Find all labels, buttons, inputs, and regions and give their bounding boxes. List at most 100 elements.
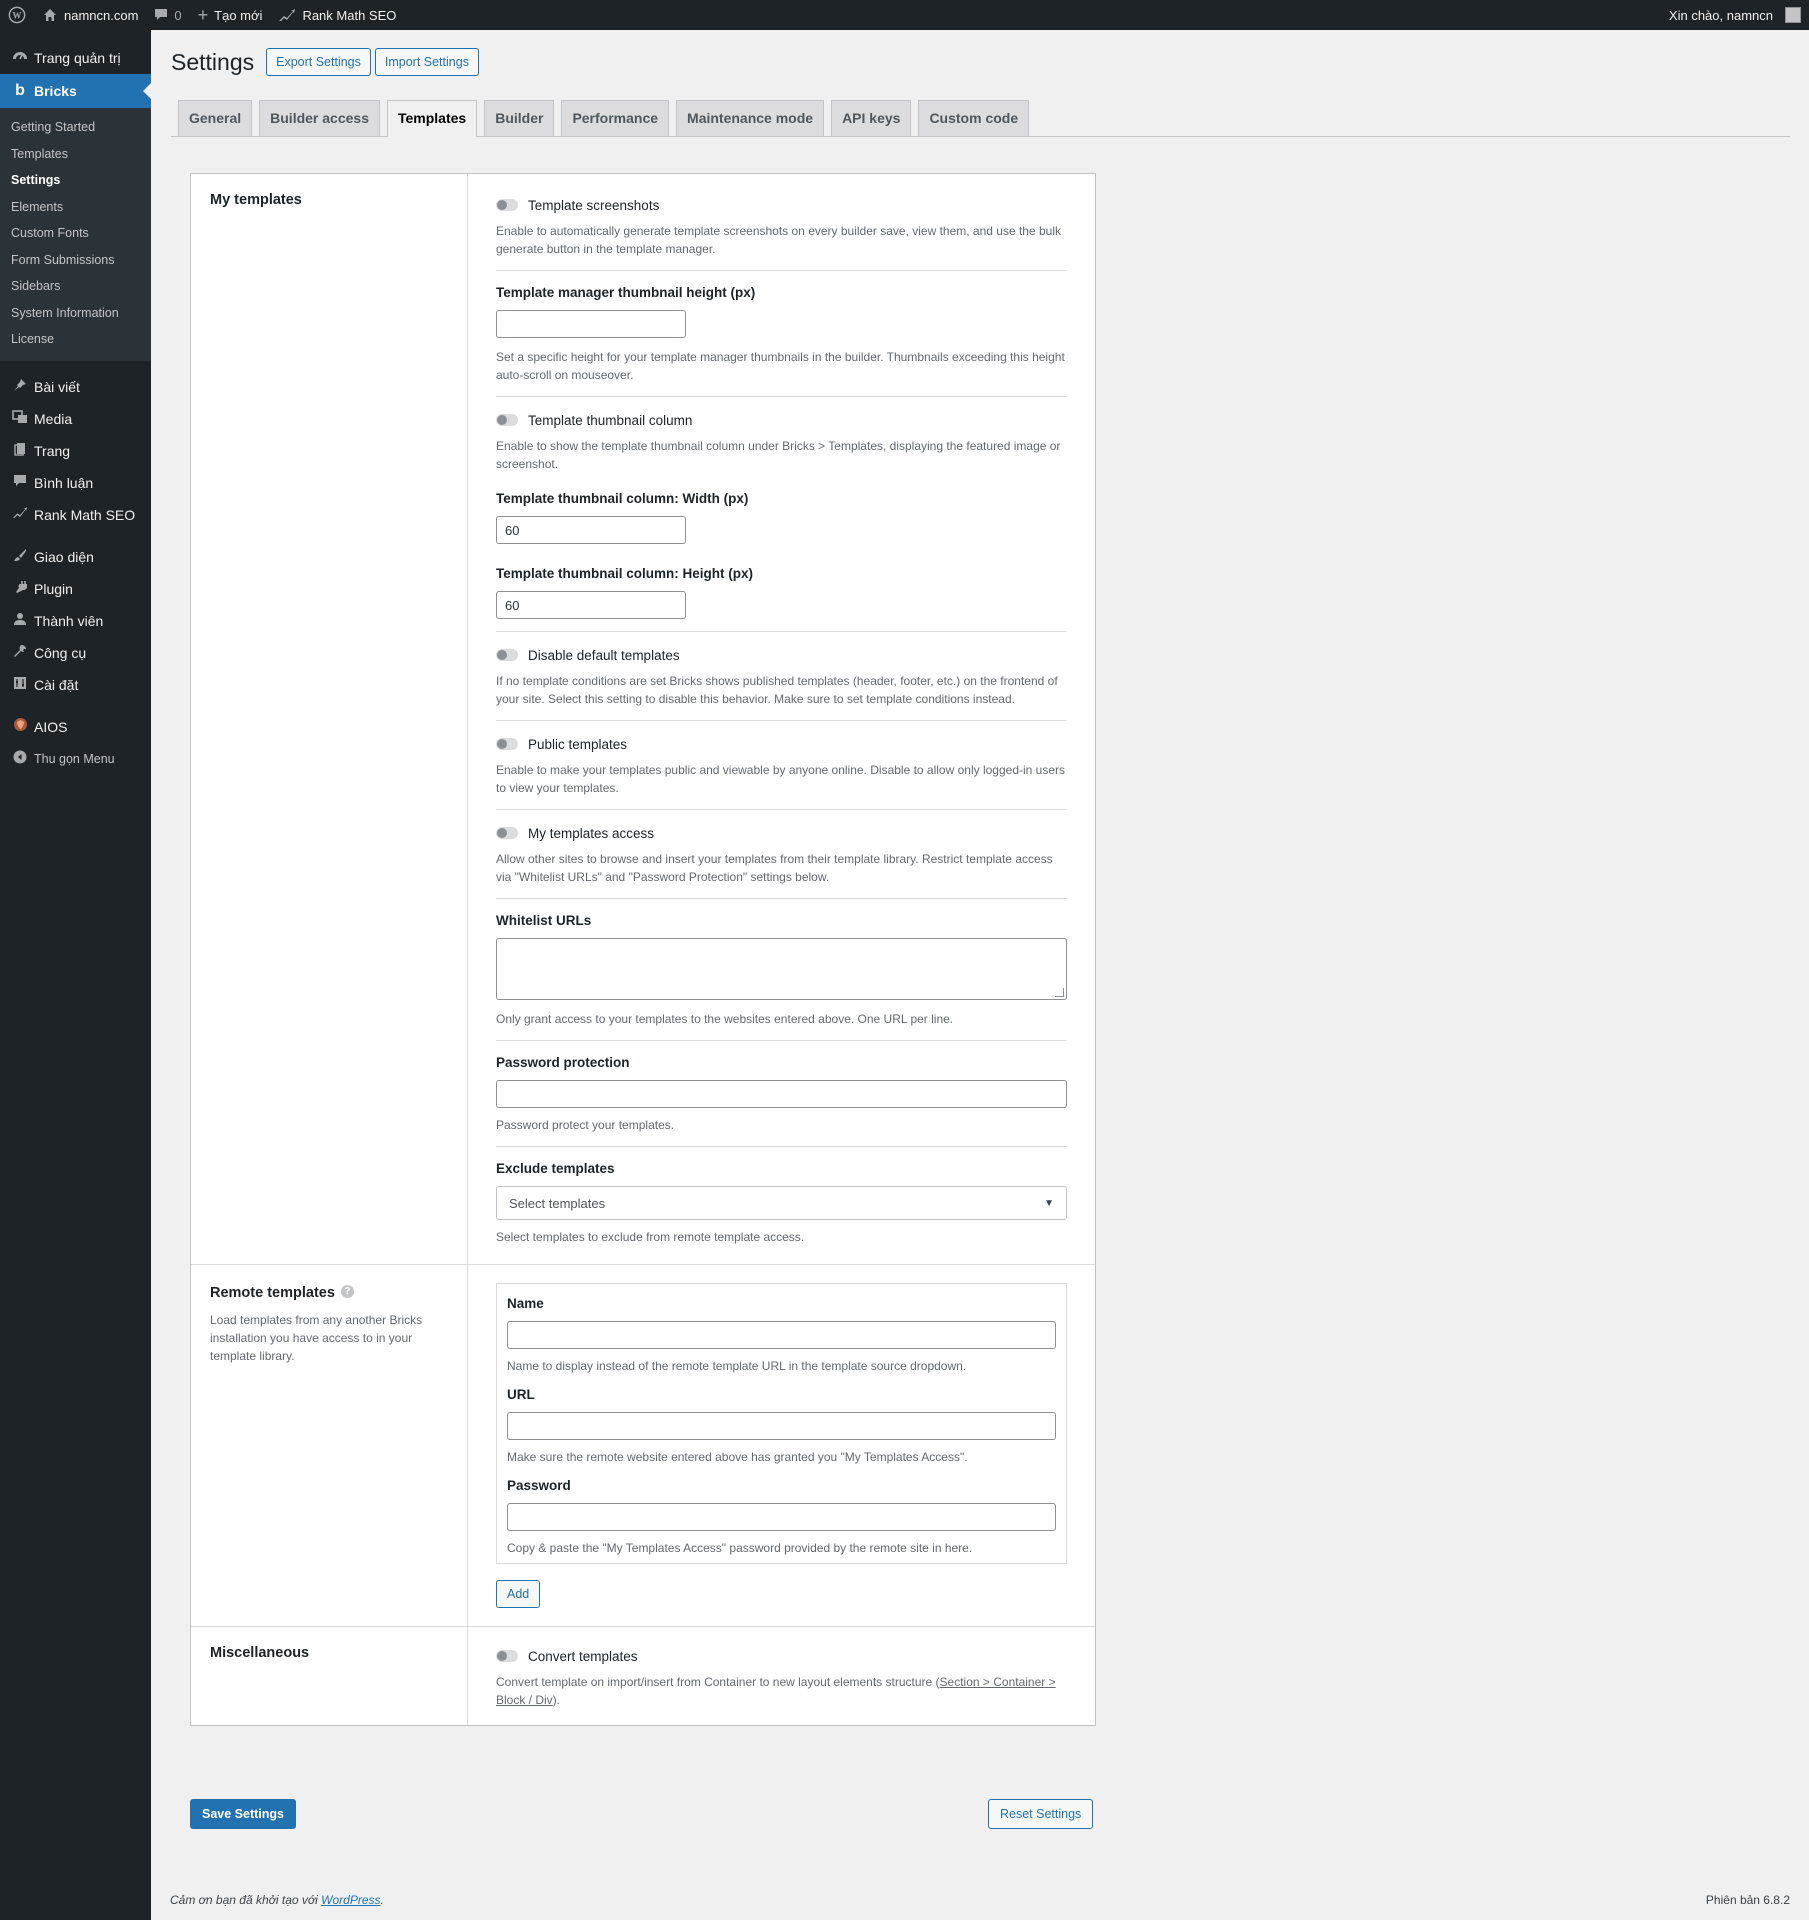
public-templates-toggle[interactable] — [496, 738, 518, 750]
remote-password-input[interactable] — [507, 1503, 1056, 1531]
field-disable-default: Disable default templates If no template… — [496, 632, 1067, 721]
column-width-input[interactable] — [496, 516, 686, 544]
rank-math-link[interactable]: Rank Math SEO — [270, 0, 404, 30]
site-name: namncn.com — [64, 7, 139, 23]
footer-thanks-text: Cảm ơn bạn đã khởi tạo với — [170, 1893, 322, 1907]
templates-access-toggle[interactable] — [496, 827, 518, 839]
field-thumbnail-height: Template manager thumbnail height (px) S… — [496, 271, 1067, 397]
submenu-form-submissions[interactable]: Form Submissions — [0, 247, 151, 274]
tab-maintenance-mode[interactable]: Maintenance mode — [676, 100, 825, 136]
submenu-settings[interactable]: Settings — [0, 167, 151, 194]
whitelist-urls-textarea[interactable] — [496, 938, 1067, 1000]
convert-templates-desc: Convert template on import/insert from C… — [496, 1673, 1067, 1709]
wordpress-icon: W — [8, 6, 26, 24]
disable-default-label: Disable default templates — [528, 647, 680, 663]
convert-desc-end: ). — [552, 1693, 561, 1707]
whitelist-urls-label: Whitelist URLs — [496, 913, 592, 928]
reset-settings-button[interactable]: Reset Settings — [988, 1799, 1094, 1829]
section-title-remote-templates: Remote templates — [210, 1285, 335, 1301]
submenu-custom-fonts[interactable]: Custom Fonts — [0, 220, 151, 247]
export-settings-button[interactable]: Export Settings — [266, 48, 371, 76]
remote-url-label: URL — [507, 1387, 535, 1402]
tab-builder-access[interactable]: Builder access — [259, 100, 380, 136]
footer-thanks: Cảm ơn bạn đã khởi tạo với WordPress. — [170, 1893, 384, 1907]
disable-default-desc: If no template conditions are set Bricks… — [496, 674, 1058, 706]
menu-label-settings: Cài đặt — [34, 676, 79, 693]
submenu-sidebars[interactable]: Sidebars — [0, 273, 151, 300]
remote-url-desc: Make sure the remote website entered abo… — [507, 1450, 968, 1464]
submenu-elements[interactable]: Elements — [0, 194, 151, 221]
remote-url-input[interactable] — [507, 1412, 1056, 1440]
template-screenshots-toggle[interactable] — [496, 199, 518, 211]
menu-item-posts[interactable]: Bài viết — [0, 371, 151, 403]
menu-item-pages[interactable]: Trang — [0, 435, 151, 467]
help-icon[interactable]: ? — [340, 1285, 354, 1298]
templates-access-label: My templates access — [528, 825, 655, 841]
exclude-templates-select[interactable]: Select templates ▼ — [496, 1186, 1067, 1220]
menu-item-settings[interactable]: Cài đặt — [0, 669, 151, 701]
menu-item-appearance[interactable]: Giao diện — [0, 541, 151, 573]
menu-item-tools[interactable]: Công cụ — [0, 637, 151, 669]
menu-label-pages: Trang — [34, 442, 71, 459]
template-screenshots-desc: Enable to automatically generate templat… — [496, 224, 1061, 256]
tab-builder[interactable]: Builder — [484, 100, 555, 136]
footer-version: Phiên bản 6.8.2 — [1705, 1893, 1790, 1907]
new-content-link[interactable]: + Tạo mới — [190, 0, 271, 30]
collapse-menu-button[interactable]: Thu gọn Menu — [0, 743, 151, 775]
comments-link[interactable]: 0 — [146, 0, 189, 30]
admin-bar: W namncn.com 0 + Tạo mới Rank Math SEO X… — [0, 0, 1809, 30]
menu-item-rank-math[interactable]: Rank Math SEO — [0, 499, 151, 531]
rank-math-icon — [278, 8, 296, 22]
submenu-templates[interactable]: Templates — [0, 141, 151, 168]
remote-template-entry: Name Name to display instead of the remo… — [496, 1283, 1067, 1564]
disable-default-toggle[interactable] — [496, 649, 518, 661]
menu-item-comments[interactable]: Bình luận — [0, 467, 151, 499]
tab-api-keys[interactable]: API keys — [831, 100, 912, 136]
thumbnail-column-desc: Enable to show the template thumbnail co… — [496, 439, 1061, 471]
wordpress-logo-button[interactable]: W — [0, 0, 34, 30]
wordpress-link[interactable]: WordPress — [321, 1893, 380, 1907]
convert-templates-toggle[interactable] — [496, 1650, 518, 1662]
menu-label-appearance: Giao diện — [34, 548, 94, 565]
import-settings-button[interactable]: Import Settings — [374, 48, 479, 76]
pin-icon — [10, 378, 30, 396]
menu-item-bricks[interactable]: b Bricks — [0, 74, 151, 108]
thumbnail-column-toggle[interactable] — [496, 414, 518, 426]
shield-icon — [10, 717, 30, 736]
page-title: Settings — [171, 48, 255, 75]
menu-item-dashboard[interactable]: Trang quản trị — [0, 42, 151, 74]
menu-label-bricks: Bricks — [34, 83, 77, 99]
site-name-link[interactable]: namncn.com — [34, 0, 146, 30]
password-protection-input[interactable] — [496, 1080, 1067, 1108]
menu-item-plugins[interactable]: Plugin — [0, 573, 151, 605]
my-account-link[interactable]: Xin chào, namncn — [1661, 0, 1809, 30]
password-protection-desc: Password protect your templates. — [496, 1118, 675, 1132]
menu-item-aios[interactable]: AIOS — [0, 711, 151, 743]
column-height-label: Template thumbnail column: Height (px) — [496, 566, 754, 581]
section-my-templates: My templates Template screenshots Enable… — [191, 174, 1095, 1265]
tab-performance[interactable]: Performance — [561, 100, 670, 136]
greeting: Xin chào, namncn — [1668, 7, 1773, 23]
plus-icon: + — [197, 5, 209, 25]
collapse-label: Thu gọn Menu — [34, 751, 115, 766]
submenu-getting-started[interactable]: Getting Started — [0, 114, 151, 141]
menu-item-users[interactable]: Thành viên — [0, 605, 151, 637]
thumbnail-height-label: Template manager thumbnail height (px) — [496, 285, 756, 300]
remote-name-input[interactable] — [507, 1321, 1056, 1349]
save-settings-button[interactable]: Save Settings — [190, 1799, 296, 1829]
menu-label-comments: Bình luận — [34, 474, 94, 491]
tab-general[interactable]: General — [178, 100, 253, 136]
submenu-license[interactable]: License — [0, 326, 151, 353]
section-miscellaneous: Miscellaneous Convert templates Convert … — [191, 1627, 1095, 1725]
submenu-system-information[interactable]: System Information — [0, 300, 151, 327]
menu-item-media[interactable]: Media — [0, 403, 151, 435]
tab-custom-code[interactable]: Custom code — [918, 100, 1030, 136]
public-templates-label: Public templates — [528, 736, 628, 752]
add-remote-button[interactable]: Add — [496, 1580, 541, 1608]
menu-label-users: Thành viên — [34, 612, 104, 629]
column-height-input[interactable] — [496, 591, 686, 619]
tab-templates[interactable]: Templates — [386, 100, 478, 137]
remote-name-label: Name — [507, 1296, 544, 1311]
thumbnail-height-input[interactable] — [496, 310, 686, 338]
exclude-templates-desc: Select templates to exclude from remote … — [496, 1230, 805, 1244]
